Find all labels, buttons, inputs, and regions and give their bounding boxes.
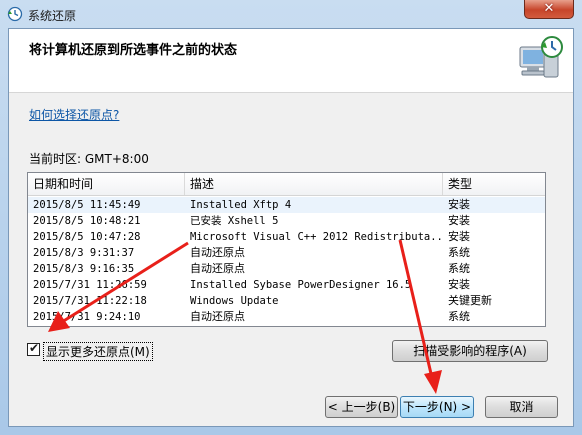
back-button[interactable]: < 上一步(B) <box>325 396 398 418</box>
dialog-body: 将计算机还原到所选事件之前的状态 如何选择还原点? 当前时区: GMT+8:00… <box>8 28 574 427</box>
help-link-choose-restore-point[interactable]: 如何选择还原点? <box>29 106 119 123</box>
show-more-label[interactable]: 显示更多还原点(M) <box>43 342 153 361</box>
computer-restore-icon <box>519 36 563 78</box>
column-date-time[interactable]: 日期和时间 <box>28 173 185 195</box>
table-row[interactable]: 2015/8/5 10:47:28 Microsoft Visual C++ 2… <box>28 229 545 245</box>
table-row[interactable]: 2015/8/3 9:16:35 自动还原点 系统 <box>28 261 545 277</box>
next-button[interactable]: 下一步(N) > <box>400 396 474 418</box>
system-restore-icon <box>7 6 23 22</box>
title-bar[interactable]: 系统还原 ✕ <box>0 0 582 28</box>
restore-point-list[interactable]: 日期和时间 描述 类型 2015/8/5 11:45:49 Installed … <box>27 172 546 327</box>
table-row[interactable]: 2015/7/31 11:26:59 Installed Sybase Powe… <box>28 277 545 293</box>
table-row[interactable]: 2015/7/31 11:22:18 Windows Update 关键更新 <box>28 293 545 309</box>
system-restore-window: 系统还原 ✕ 将计算机还原到所选事件之前的状态 如何选择还原点? 当前时区: G… <box>0 0 582 435</box>
close-button[interactable]: ✕ <box>524 0 574 19</box>
checkmark-icon: ✔ <box>29 341 40 355</box>
close-icon: ✕ <box>543 1 555 16</box>
timezone-label: 当前时区: GMT+8:00 <box>29 152 149 166</box>
table-row[interactable]: 2015/8/5 10:48:21 已安装 Xshell 5 安装 <box>28 213 545 229</box>
page-title: 将计算机还原到所选事件之前的状态 <box>29 43 238 58</box>
scan-affected-programs-button[interactable]: 扫描受影响的程序(A) <box>392 340 548 362</box>
column-type[interactable]: 类型 <box>443 173 545 195</box>
table-row[interactable]: 2015/7/31 9:24:10 自动还原点 系统 <box>28 309 545 325</box>
window-title: 系统还原 <box>28 9 77 23</box>
show-more-checkbox[interactable]: ✔ <box>27 341 40 356</box>
table-row[interactable]: 2015/8/5 11:45:49 Installed Xftp 4 安装 <box>28 197 545 213</box>
table-row[interactable]: 2015/8/3 9:31:37 自动还原点 系统 <box>28 245 545 261</box>
cancel-button[interactable]: 取消 <box>485 396 558 418</box>
column-description[interactable]: 描述 <box>185 173 443 195</box>
list-header: 日期和时间 描述 类型 <box>28 173 545 196</box>
dialog-header: 将计算机还原到所选事件之前的状态 <box>9 29 573 93</box>
